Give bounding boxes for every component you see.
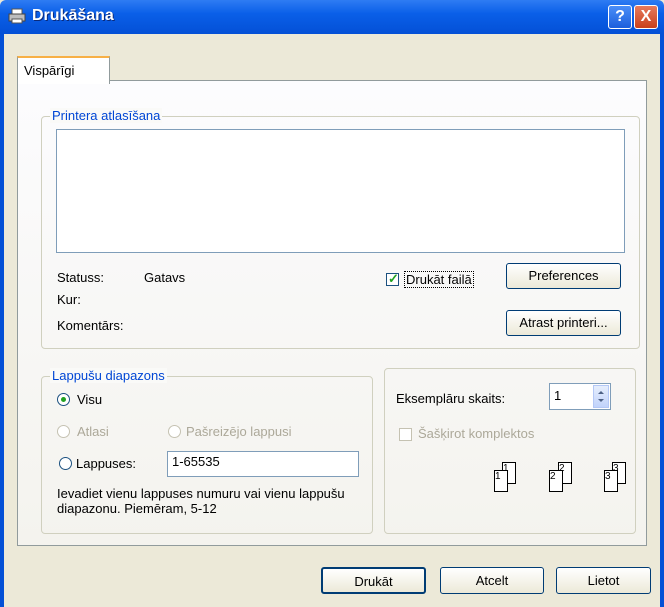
status-value: Gatavs bbox=[144, 270, 186, 285]
print-to-file-checkbox[interactable]: ✓ bbox=[386, 271, 399, 286]
radio-selection-label: Atlasi bbox=[77, 424, 109, 439]
close-button[interactable]: X bbox=[634, 5, 658, 29]
pages-input[interactable]: 1-65535 bbox=[167, 451, 359, 477]
collate-checkbox[interactable] bbox=[399, 428, 412, 441]
radio-selected-dot bbox=[61, 397, 66, 402]
window-border-left bbox=[0, 34, 4, 607]
title-bar[interactable]: Drukāšana ? X bbox=[0, 0, 664, 34]
apply-button[interactable]: Lietot bbox=[556, 567, 651, 594]
window-title: Drukāšana bbox=[32, 7, 114, 24]
radio-selection[interactable] bbox=[57, 425, 70, 438]
printer-list[interactable] bbox=[56, 129, 625, 253]
copies-count-label: Eksemplāru skaits: bbox=[396, 391, 506, 406]
tab-general-label: Vispārīgi bbox=[24, 63, 75, 78]
checkmark-icon: ✓ bbox=[388, 271, 399, 286]
radio-all[interactable] bbox=[57, 393, 70, 406]
help-button[interactable]: ? bbox=[608, 5, 632, 29]
radio-current-page-label: Pašreizējo lappusi bbox=[186, 424, 292, 439]
collate-label: Šašķirot komplektos bbox=[418, 426, 535, 441]
page-range-title: Lappušu diapazons bbox=[50, 368, 167, 383]
page-range-hint: Ievadiet vienu lappuses numuru vai vienu… bbox=[57, 486, 345, 516]
window-border-right bbox=[660, 34, 664, 607]
page-icon: 1 bbox=[494, 470, 508, 492]
copies-spinner[interactable] bbox=[593, 385, 609, 408]
preferences-button[interactable]: Preferences bbox=[506, 263, 621, 289]
page-icon: 3 bbox=[604, 470, 618, 492]
tab-general[interactable]: Vispārīgi bbox=[17, 56, 110, 84]
spin-arrows-icon bbox=[598, 391, 604, 402]
comment-label: Komentārs: bbox=[57, 318, 124, 333]
find-printer-button[interactable]: Atrast printeri... bbox=[506, 310, 621, 336]
radio-pages[interactable] bbox=[59, 457, 72, 470]
print-to-file-label[interactable]: Drukāt failā bbox=[404, 271, 474, 288]
printer-icon bbox=[8, 8, 26, 24]
page-icon: 2 bbox=[549, 470, 563, 492]
where-label: Kur: bbox=[57, 292, 81, 307]
print-button[interactable]: Drukāt bbox=[321, 567, 426, 594]
printer-selection-title: Printera atlasīšana bbox=[50, 108, 163, 123]
page-number: 1 bbox=[495, 471, 501, 482]
cancel-button[interactable]: Atcelt bbox=[440, 567, 544, 594]
page-number: 2 bbox=[550, 471, 556, 482]
radio-pages-label[interactable]: Lappuses: bbox=[76, 456, 136, 471]
radio-current-page[interactable] bbox=[168, 425, 181, 438]
radio-all-label[interactable]: Visu bbox=[77, 392, 102, 407]
page-number: 3 bbox=[605, 471, 611, 482]
print-dialog: Drukāšana ? X Vispārīgi Printera atlasīš… bbox=[0, 0, 664, 607]
status-label: Statuss: bbox=[57, 270, 104, 285]
